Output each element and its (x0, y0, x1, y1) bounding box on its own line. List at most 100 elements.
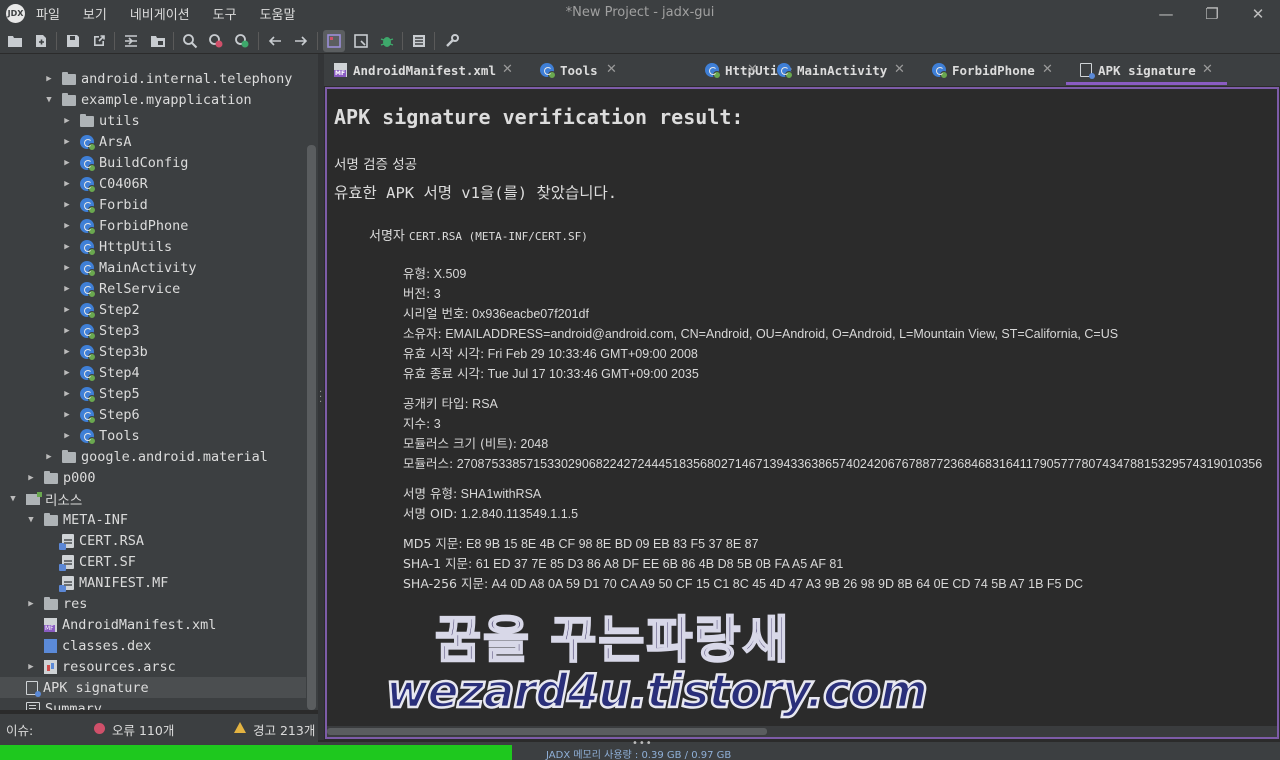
tree-item[interactable]: ▶ HttpUtils (62, 236, 172, 257)
maximize-button[interactable]: ❐ (1189, 0, 1235, 27)
certificate-field: 소유자: EMAILADDRESS=android@android.com, C… (403, 323, 1118, 342)
back-button[interactable] (264, 30, 286, 52)
tree-item[interactable]: ▶ utils (62, 110, 139, 131)
tree-item[interactable]: ▶ google.android.material (44, 446, 268, 467)
tree-item[interactable]: ▶ res (26, 593, 87, 614)
tree-item[interactable]: ▶ Forbid (62, 194, 148, 215)
collapsed-arrow-icon[interactable]: ▶ (26, 473, 36, 483)
collapsed-arrow-icon[interactable]: ▶ (26, 599, 36, 609)
tab-close-icon[interactable]: ✕ (747, 62, 758, 77)
collapsed-arrow-icon[interactable]: ▶ (62, 242, 72, 252)
warning-count[interactable]: 경고 213개 (253, 720, 315, 739)
tree-item[interactable]: ▶ ArsA (62, 131, 132, 152)
collapsed-arrow-icon[interactable]: ▶ (62, 431, 72, 441)
tree-item[interactable]: ▶ resources.arsc (26, 656, 176, 677)
tree-item[interactable]: ▶ Step5 (62, 383, 140, 404)
menu-help[interactable]: 도움말 (257, 2, 299, 25)
tree-item[interactable]: MANIFEST.MF (44, 572, 168, 593)
minimize-button[interactable]: — (1143, 0, 1189, 27)
add-files-button[interactable] (30, 30, 52, 52)
quark-icon (327, 34, 341, 48)
tree-item[interactable]: ▶ C0406R (62, 173, 148, 194)
tree-item[interactable]: ▶ android.internal.telephony (44, 68, 292, 89)
collapsed-arrow-icon[interactable]: ▶ (62, 200, 72, 210)
tree-item[interactable]: ▶ Step3b (62, 341, 148, 362)
menu-tools[interactable]: 도구 (210, 2, 240, 25)
tree-item[interactable]: ▼ example.myapplication (44, 89, 251, 110)
menu-file[interactable]: 파일 (33, 2, 63, 25)
collapsed-arrow-icon[interactable]: ▶ (62, 284, 72, 294)
tab-close-icon[interactable]: ✕ (606, 62, 617, 77)
collapsed-arrow-icon[interactable]: ▶ (62, 326, 72, 336)
editor-tab[interactable]: ForbidPhone (924, 54, 1035, 86)
preferences-button[interactable] (441, 30, 463, 52)
tree-item[interactable]: APK signature (0, 677, 306, 698)
tree-item[interactable]: ▼ 리소스 (8, 488, 82, 509)
tab-close-icon[interactable]: ✕ (1202, 62, 1213, 77)
collapsed-arrow-icon[interactable]: ▶ (62, 347, 72, 357)
close-window-button[interactable]: ✕ (1235, 0, 1280, 27)
tree-item[interactable]: CERT.SF (44, 551, 136, 572)
tree-item[interactable]: ▶ p000 (26, 467, 95, 488)
save-all-button[interactable] (62, 30, 84, 52)
tree-item[interactable]: classes.dex (26, 635, 151, 656)
menu-navigation[interactable]: 네비게이션 (127, 2, 193, 25)
field-value: Tue Jul 17 10:33:46 GMT+09:00 2035 (487, 367, 699, 381)
collapsed-arrow-icon[interactable]: ▶ (62, 263, 72, 273)
menu-view[interactable]: 보기 (80, 2, 110, 25)
collapsed-arrow-icon[interactable]: ▶ (62, 389, 72, 399)
tree-item[interactable]: ▶ MainActivity (62, 257, 197, 278)
tree-item[interactable]: ▶ Step4 (62, 362, 140, 383)
tree-item[interactable]: ▶ BuildConfig (62, 152, 188, 173)
tab-close-icon[interactable]: ✕ (1042, 62, 1053, 77)
tree-item[interactable]: ▼ META-INF (26, 509, 128, 530)
project-tree[interactable]: ▶ android.internal.telephony ▼ example.myap… (0, 54, 318, 710)
tree-item[interactable]: ▶ Tools (62, 425, 140, 446)
collapsed-arrow-icon[interactable]: ▶ (62, 305, 72, 315)
collapsed-arrow-icon[interactable]: ▶ (62, 116, 72, 126)
collapsed-arrow-icon[interactable]: ▶ (44, 74, 54, 84)
tree-item[interactable]: CERT.RSA (44, 530, 144, 551)
collapsed-arrow-icon[interactable]: ▶ (44, 452, 54, 462)
tree-item[interactable]: ▶ RelService (62, 278, 180, 299)
open-file-button[interactable] (4, 30, 26, 52)
tree-item[interactable]: ▶ Step3 (62, 320, 140, 341)
field-label: 모듈러스: (403, 456, 454, 471)
editor-tab[interactable]: MainActivity (769, 54, 887, 86)
content-scrollbar-thumb[interactable] (327, 728, 767, 735)
tree-item[interactable]: AndroidManifest.xml (26, 614, 216, 635)
bookmark-button[interactable] (350, 30, 372, 52)
tab-close-icon[interactable]: ✕ (894, 62, 905, 77)
usage-search-button[interactable] (231, 30, 253, 52)
editor-tab[interactable]: AndroidManifest.xml (326, 54, 496, 86)
class-icon (932, 63, 948, 79)
debugger-button[interactable] (376, 30, 398, 52)
field-value: Fri Feb 29 10:33:46 GMT+09:00 2008 (487, 347, 698, 361)
collapsed-arrow-icon[interactable]: ▶ (62, 158, 72, 168)
forward-button[interactable] (290, 30, 312, 52)
quark-button[interactable] (323, 30, 345, 52)
collapsed-arrow-icon[interactable]: ▶ (62, 221, 72, 231)
log-viewer-button[interactable] (408, 30, 430, 52)
collapsed-arrow-icon[interactable]: ▶ (62, 368, 72, 378)
expanded-arrow-icon[interactable]: ▼ (8, 494, 18, 504)
tree-item[interactable]: ▶ Step6 (62, 404, 140, 425)
collapsed-arrow-icon[interactable]: ▶ (62, 137, 72, 147)
tree-item[interactable]: Summary (8, 698, 102, 710)
sync-tree-button[interactable] (120, 30, 142, 52)
expanded-arrow-icon[interactable]: ▼ (26, 515, 36, 525)
tree-scrollbar[interactable] (307, 145, 316, 710)
collapsed-arrow-icon[interactable]: ▶ (62, 410, 72, 420)
expanded-arrow-icon[interactable]: ▼ (44, 95, 54, 105)
class-search-button[interactable] (205, 30, 227, 52)
collapsed-arrow-icon[interactable]: ▶ (62, 179, 72, 189)
error-count[interactable]: 오류 110개 (112, 720, 174, 739)
tree-item[interactable]: ▶ Step2 (62, 299, 140, 320)
tree-item[interactable]: ▶ ForbidPhone (62, 215, 188, 236)
flatten-packages-button[interactable] (147, 30, 169, 52)
tab-close-icon[interactable]: ✕ (502, 62, 513, 77)
editor-tab[interactable]: Tools (532, 54, 598, 86)
export-button[interactable] (88, 30, 110, 52)
search-button[interactable] (179, 30, 201, 52)
collapsed-arrow-icon[interactable]: ▶ (26, 662, 36, 672)
